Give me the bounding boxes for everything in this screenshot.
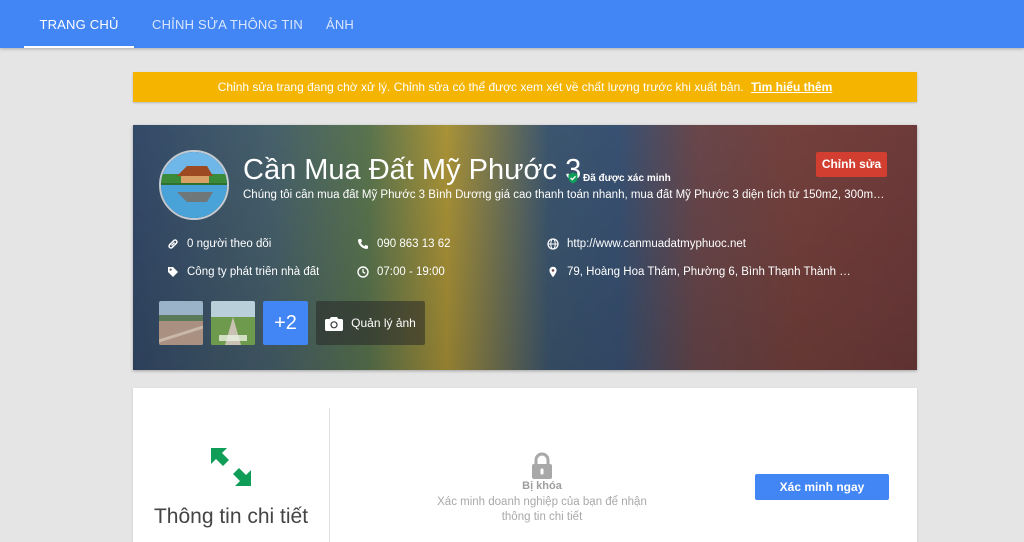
address-info: 79, Hoàng Hoa Thám, Phường 6, Bình Thạnh…: [547, 266, 857, 278]
panel-divider: [329, 408, 330, 542]
phone-number[interactable]: 090 863 13 62: [377, 238, 451, 250]
camera-icon: [325, 316, 344, 331]
globe-icon: [547, 238, 559, 250]
link-icon: [168, 239, 178, 249]
phone-info: 090 863 13 62: [357, 238, 451, 250]
swap-arrows-icon: [211, 448, 251, 486]
location-pin-icon: [549, 266, 557, 278]
banner-message: Chỉnh sửa trang đang chờ xử lý. Chỉnh sử…: [217, 80, 744, 94]
insights-card: Thông tin chi tiết Bị khóa Xác minh doan…: [133, 388, 917, 542]
category-info: Công ty phát triển nhà đất: [167, 266, 319, 278]
business-avatar[interactable]: [159, 150, 229, 220]
locked-label: Bị khóa: [522, 480, 562, 492]
manage-photos-button[interactable]: Quản lý ảnh: [316, 301, 425, 345]
hours-info: 07:00 - 19:00: [357, 266, 445, 278]
learn-more-link[interactable]: Tìm hiểu thêm: [751, 80, 832, 94]
insights-title: Thông tin chi tiết: [153, 505, 309, 528]
business-description: Chúng tôi cần mua đất Mỹ Phước 3 Bình Dư…: [243, 189, 885, 201]
tab-home[interactable]: TRANG CHỦ: [24, 0, 134, 48]
pending-edit-banner: Chỉnh sửa trang đang chờ xử lý. Chỉnh sử…: [133, 72, 917, 102]
verified-label: Đã được xác minh: [583, 172, 671, 184]
top-nav: TRANG CHỦ CHỈNH SỬA THÔNG TIN ẢNH: [0, 0, 1024, 48]
followers-count: 0 người theo dõi: [187, 238, 272, 250]
tab-photos[interactable]: ẢNH: [322, 0, 358, 48]
business-cover-card: Cần Mua Đất Mỹ Phước 3 Đã được xác minh …: [133, 125, 917, 370]
locked-description: Xác minh doanh nghiệp của bạn để nhận th…: [437, 496, 647, 523]
edit-button[interactable]: Chỉnh sửa: [816, 152, 887, 177]
business-name: Cần Mua Đất Mỹ Phước 3: [243, 154, 582, 186]
clock-icon: [357, 266, 369, 278]
insights-header: Thông tin chi tiết: [133, 388, 329, 542]
verify-now-button[interactable]: Xác minh ngay: [755, 474, 889, 500]
more-photos-button[interactable]: +2: [263, 301, 308, 345]
followers-info: 0 người theo dõi: [167, 238, 271, 250]
tab-edit-info[interactable]: CHỈNH SỬA THÔNG TIN: [152, 0, 303, 48]
lock-icon: [532, 452, 552, 479]
photo-thumbnail[interactable]: [159, 301, 203, 345]
website-info: http://www.canmuadatmyphuoc.net: [547, 238, 746, 250]
website-link[interactable]: http://www.canmuadatmyphuoc.net: [567, 238, 746, 250]
verified-badge: Đã được xác minh: [567, 172, 671, 184]
phone-icon: [358, 239, 368, 249]
manage-photos-label: Quản lý ảnh: [351, 316, 416, 330]
verified-check-icon: [568, 172, 578, 184]
business-address[interactable]: 79, Hoàng Hoa Thám, Phường 6, Bình Thạnh…: [567, 266, 857, 278]
business-category: Công ty phát triển nhà đất: [187, 266, 320, 278]
tag-icon: [168, 267, 178, 277]
photo-thumbnail[interactable]: [211, 301, 255, 345]
opening-hours: 07:00 - 19:00: [377, 266, 445, 278]
